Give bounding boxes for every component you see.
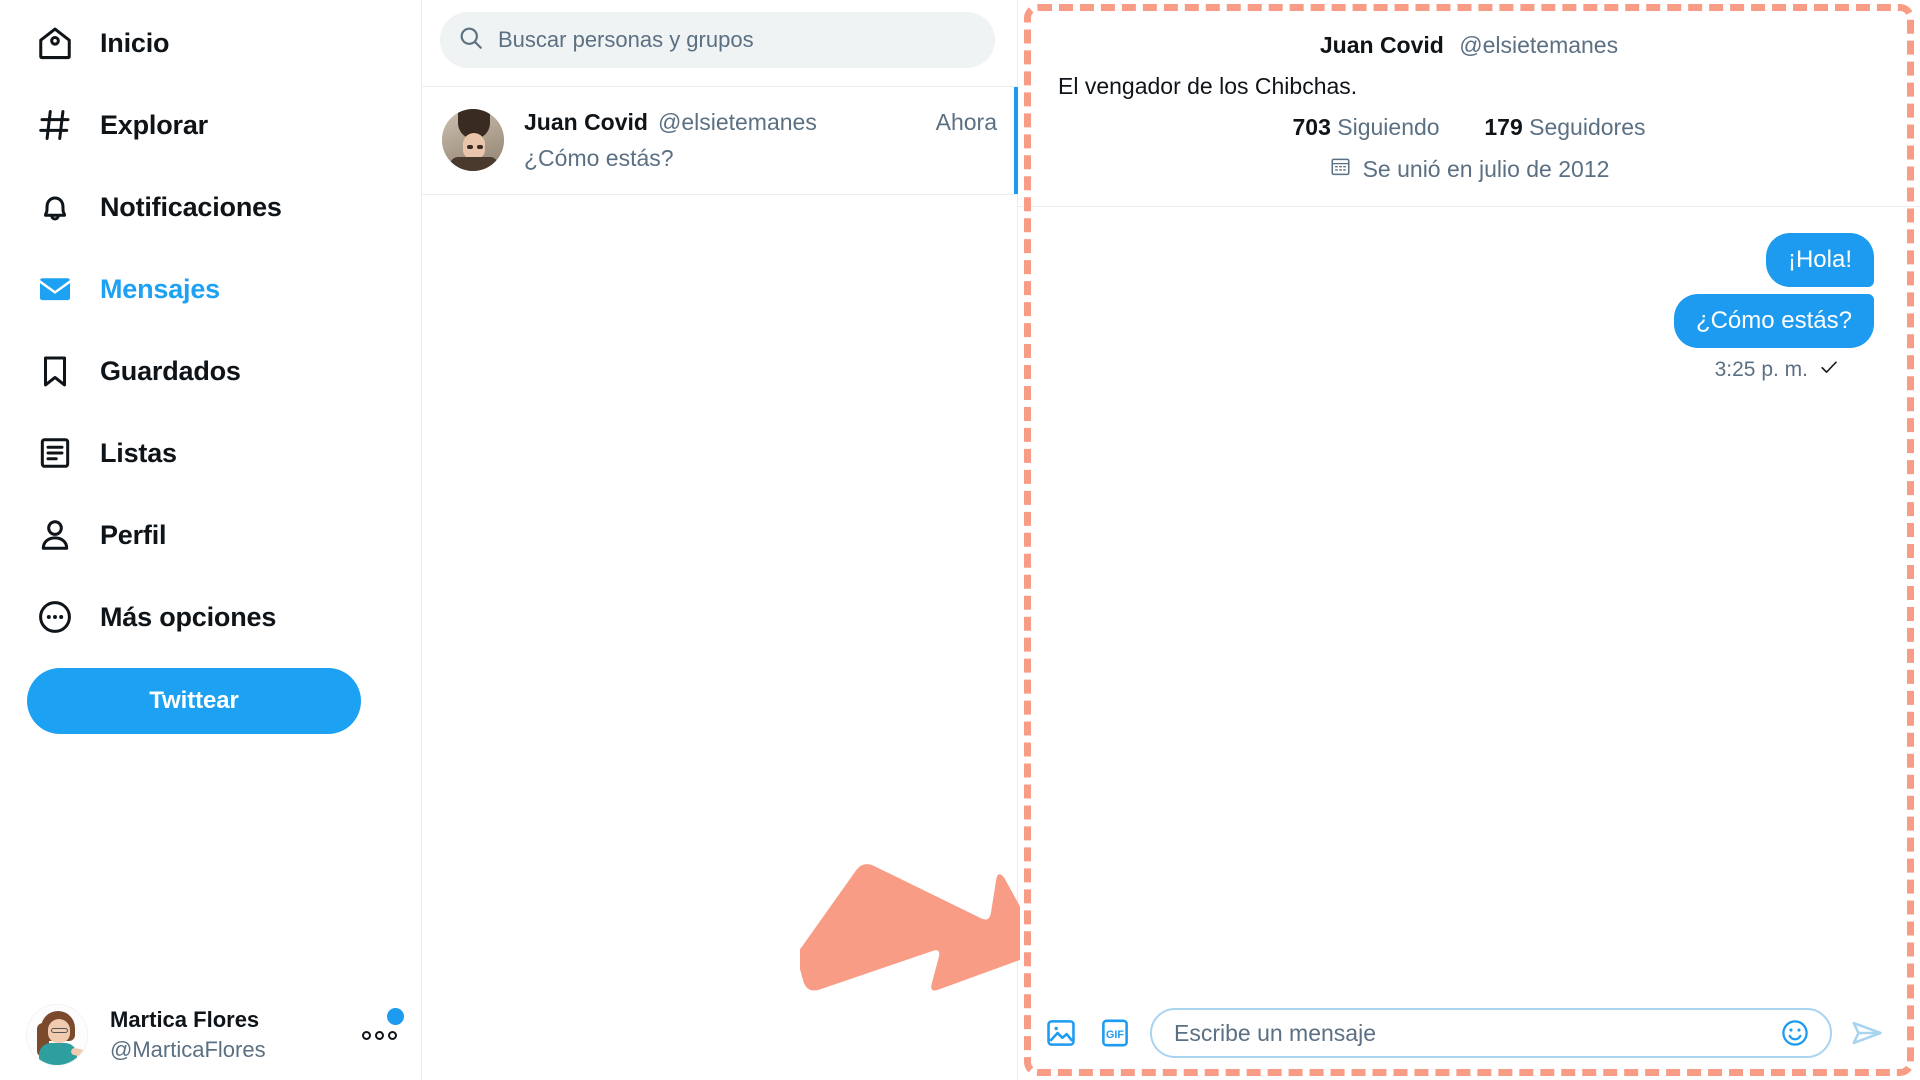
three-dots-icon[interactable]	[358, 1008, 404, 1056]
bookmark-icon	[34, 350, 76, 392]
svg-text:GIF: GIF	[1106, 1029, 1124, 1041]
joined-text: Se unió en julio de 2012	[1362, 156, 1610, 182]
followers-label: Seguidores	[1529, 114, 1646, 140]
hashtag-icon	[34, 104, 76, 146]
message-composer: GIF	[1018, 1004, 1920, 1080]
sidebar-item-mas-opciones[interactable]: Más opciones	[0, 576, 421, 658]
tweet-button[interactable]: Twittear	[27, 668, 361, 734]
sidebar-item-label: Mensajes	[100, 273, 220, 304]
profile-handle: @elsietemanes	[1459, 32, 1619, 58]
list-icon	[34, 432, 76, 474]
sidebar-item-label: Notificaciones	[100, 191, 282, 222]
sidebar-item-explorar[interactable]: Explorar	[0, 84, 421, 166]
sidebar-item-listas[interactable]: Listas	[0, 412, 421, 494]
profile-name: Juan Covid	[1319, 32, 1444, 58]
image-icon[interactable]	[1042, 1014, 1080, 1052]
message-bubble[interactable]: ¿Cómo estás?	[1673, 294, 1874, 348]
profile-joined: Se unió en julio de 2012	[1058, 155, 1880, 184]
chat-panel: Juan Covid @elsietemanes El vengador de …	[1018, 0, 1920, 1080]
conversation-time: Ahora	[935, 109, 997, 135]
sidebar-item-mensajes[interactable]: Mensajes	[0, 248, 421, 330]
search-icon	[458, 25, 484, 56]
sidebar-nav: Inicio Explorar Notificaciones Mensajes …	[0, 0, 421, 658]
conversation-name: Juan Covid	[524, 109, 648, 135]
bell-icon	[34, 186, 76, 228]
notification-badge	[387, 1008, 404, 1025]
sidebar-item-label: Más opciones	[100, 601, 277, 632]
avatar	[26, 1004, 88, 1066]
sidebar-item-label: Explorar	[100, 109, 208, 140]
send-icon[interactable]	[1848, 1014, 1886, 1052]
conversation-item[interactable]: Juan Covid @elsietemanes Ahora ¿Cómo est…	[422, 86, 1018, 195]
search-input[interactable]	[498, 27, 977, 53]
more-circle-icon	[34, 596, 76, 638]
sidebar-item-label: Listas	[100, 437, 177, 468]
sidebar-item-label: Guardados	[100, 355, 241, 386]
person-icon	[34, 514, 76, 556]
message-bubble[interactable]: ¡Hola!	[1765, 233, 1874, 287]
message-meta: 3:25 p. m.	[1064, 356, 1874, 384]
search-container	[422, 0, 1017, 68]
message-input-field[interactable]	[1150, 1008, 1832, 1058]
sidebar-item-label: Perfil	[100, 519, 167, 550]
profile-bio: El vengador de los Chibchas.	[1058, 73, 1358, 99]
home-icon	[34, 22, 76, 64]
envelope-icon	[34, 268, 76, 310]
message-input[interactable]	[1174, 1019, 1776, 1047]
profile-name-row: Juan Covid @elsietemanes	[1058, 32, 1880, 59]
message-thread: ¡Hola! ¿Cómo estás? 3:25 p. m.	[1018, 207, 1920, 1004]
account-switcher[interactable]: Martica Flores @MarticaFlores	[0, 1004, 422, 1066]
message-row: ¡Hola!	[1064, 233, 1874, 287]
app-root: Inicio Explorar Notificaciones Mensajes …	[0, 0, 1920, 1080]
conversation-header: Juan Covid @elsietemanes Ahora	[524, 109, 997, 136]
profile-stats: 703 Siguiendo 179 Seguidores	[1058, 114, 1880, 141]
sidebar-item-inicio[interactable]: Inicio	[0, 2, 421, 84]
sidebar-item-notificaciones[interactable]: Notificaciones	[0, 166, 421, 248]
search-box[interactable]	[440, 12, 995, 68]
message-row: ¿Cómo estás?	[1064, 294, 1874, 348]
sidebar-item-perfil[interactable]: Perfil	[0, 494, 421, 576]
check-icon	[1818, 356, 1840, 384]
conversation-handle: @elsietemanes	[657, 109, 817, 135]
followers-count: 179	[1484, 114, 1523, 140]
following-count: 703	[1292, 114, 1331, 140]
following-label: Siguiendo	[1337, 114, 1440, 140]
message-timestamp: 3:25 p. m.	[1714, 358, 1808, 381]
conversation-text: Juan Covid @elsietemanes Ahora ¿Cómo est…	[524, 109, 997, 172]
calendar-icon	[1329, 155, 1352, 184]
account-text: Martica Flores @MarticaFlores	[110, 1007, 266, 1063]
avatar	[442, 109, 504, 171]
conversation-preview: ¿Cómo estás?	[524, 145, 674, 171]
account-name: Martica Flores	[110, 1007, 260, 1033]
sidebar: Inicio Explorar Notificaciones Mensajes …	[0, 0, 422, 1080]
gif-icon[interactable]: GIF	[1096, 1014, 1134, 1052]
emoji-icon[interactable]	[1776, 1014, 1814, 1052]
account-handle: @MarticaFlores	[110, 1036, 266, 1062]
sidebar-item-guardados[interactable]: Guardados	[0, 330, 421, 412]
sidebar-item-label: Inicio	[100, 27, 170, 58]
chat-profile-header: Juan Covid @elsietemanes El vengador de …	[1018, 0, 1920, 207]
conversation-list-panel: Juan Covid @elsietemanes Ahora ¿Cómo est…	[422, 0, 1018, 1080]
